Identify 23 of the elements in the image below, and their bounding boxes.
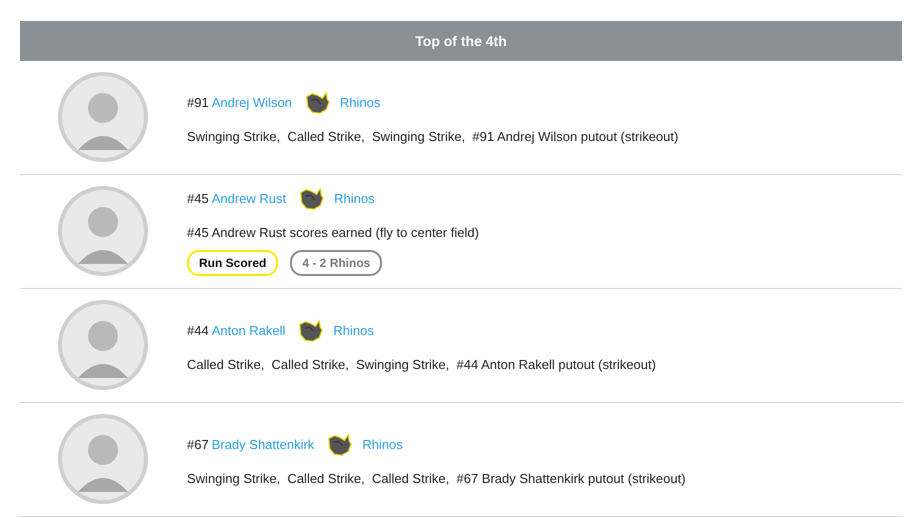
team-link[interactable]: Rhinos xyxy=(334,191,375,206)
play-description: Swinging Strike, Called Strike, Called Strike, #67 Brady Shattenkirk putout (strikeout) xyxy=(187,470,686,486)
player-link[interactable]: Anton Rakell xyxy=(212,323,286,338)
team-link[interactable]: Rhinos xyxy=(333,323,374,338)
jersey-number: #45 xyxy=(187,191,209,206)
jersey-number: #91 xyxy=(187,95,209,110)
play-description: #45 Andrew Rust scores earned (fly to center field) xyxy=(187,224,479,240)
rhino-head-icon xyxy=(304,90,330,114)
period-header: Top of the 4th xyxy=(20,21,902,61)
player-link[interactable]: Andrew Rust xyxy=(212,191,286,206)
rhino-head-icon xyxy=(326,432,352,456)
rhino-head-icon xyxy=(298,186,324,210)
score-tag: 4 - 2 Rhinos xyxy=(290,250,382,276)
player-link[interactable]: Brady Shattenkirk xyxy=(212,437,314,452)
jersey-number: #44 xyxy=(187,323,209,338)
team-link[interactable]: Rhinos xyxy=(362,437,403,452)
rhino-head-icon xyxy=(297,318,324,342)
play-description: Swinging Strike, Called Strike, Swinging Strike, #91 Andrej Wilson putout (strikeout) xyxy=(187,128,678,144)
team-link[interactable]: Rhinos xyxy=(340,95,380,110)
run-scored-tag: Run Scored xyxy=(187,250,278,276)
play-description: Called Strike, Called Strike, Swinging Strike, #44 Anton Rakell putout (strikeout) xyxy=(187,356,656,372)
player-link[interactable]: Andrej Wilson xyxy=(212,95,292,110)
jersey-number: #67 xyxy=(187,437,209,452)
